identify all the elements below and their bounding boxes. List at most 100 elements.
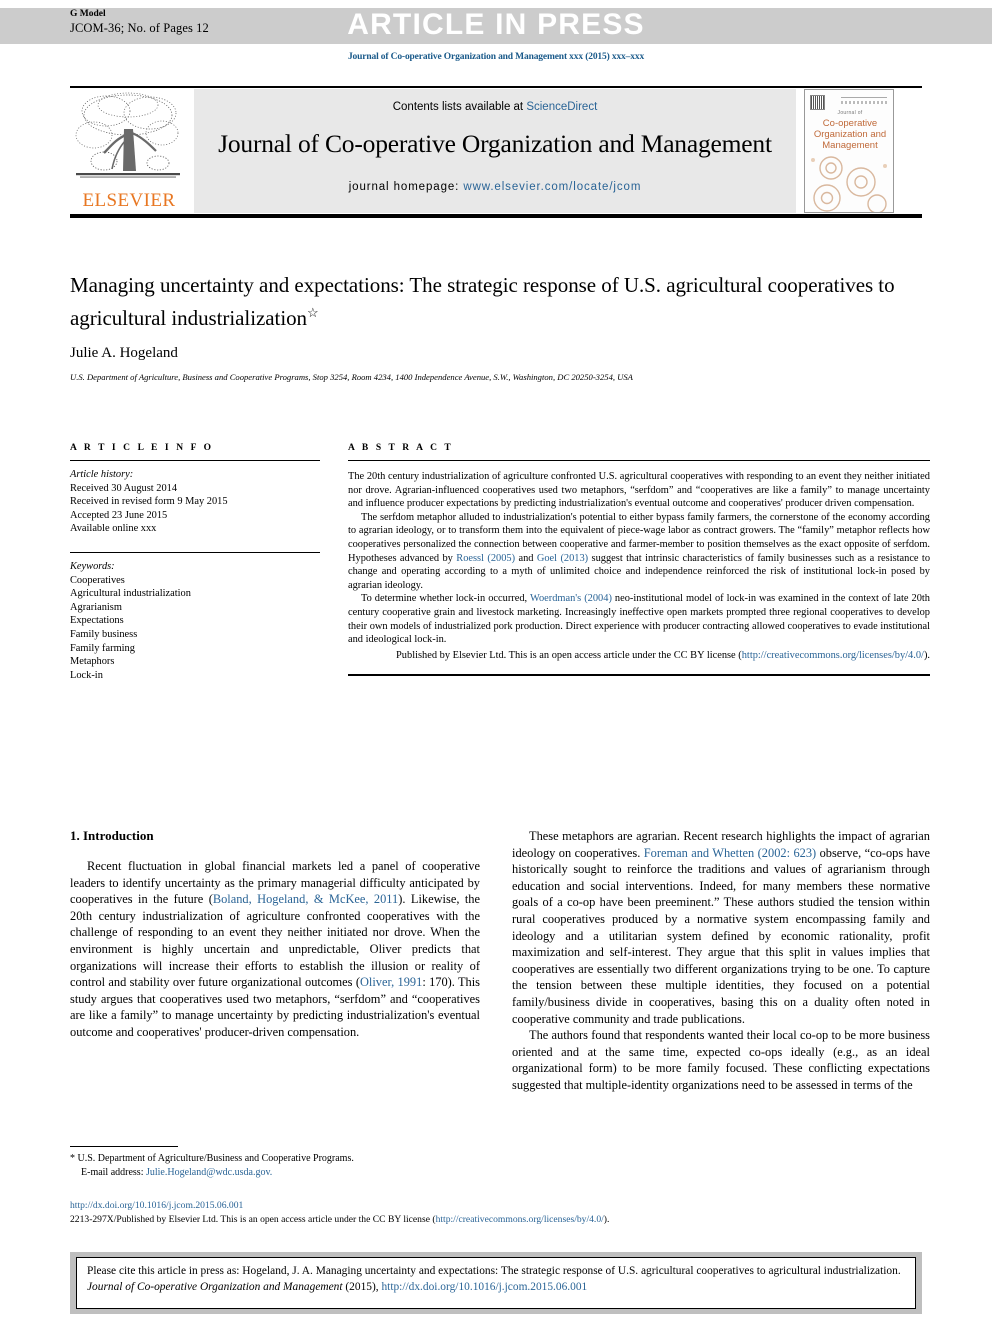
cover-top-rule-secondary [841,101,887,104]
masthead-bottom-rule [70,214,922,218]
article-history-label: Article history: [70,469,134,480]
author-affiliation: U.S. Department of Agriculture, Business… [70,372,633,382]
citation-link-goel[interactable]: Goel (2013) [537,553,588,564]
cover-barcode-icon [810,95,825,110]
keyword-item: Agricultural industrialization [70,588,191,600]
body-paragraph: Recent fluctuation in global financial m… [70,858,480,1041]
footnote-text: * U.S. Department of Agriculture/Busines… [70,1152,480,1180]
citation-box: Please cite this article in press as: Ho… [70,1252,922,1314]
citation-link-woerdman[interactable]: Woerdman's (2004) [530,593,612,604]
keyword-item: Lock-in [70,669,103,681]
history-item: Accepted 23 June 2015 [70,509,168,521]
article-title-text: Managing uncertainty and expectations: T… [70,273,895,330]
abstract-heading: A B S T R A C T [348,443,454,453]
homepage-prefix: journal homepage: [348,181,464,193]
keywords-group: Keywords: Cooperatives Agricultural indu… [70,560,320,682]
body-paragraph: The authors found that respondents wante… [512,1028,930,1092]
email-link[interactable]: Julie.Hogeland@wdc.usda.gov. [146,1167,272,1178]
issn-suffix: ). [603,1213,610,1225]
section-heading-introduction: 1. Introduction [70,828,154,843]
page-title: Managing uncertainty and expectations: T… [70,272,930,332]
issn-license-line: 2213-297X/Published by Elsevier Ltd. Thi… [70,1213,930,1227]
citation-link-oliver[interactable]: Oliver, 1991 [360,975,422,989]
keywords-divider [70,551,320,553]
abstract-text: To determine whether lock-in occurred, [361,593,530,605]
keyword-item: Family business [70,628,138,640]
email-label: E-mail address: [81,1167,146,1178]
article-history-group: Article history: Received 30 August 2014… [70,468,320,536]
cover-top-rule [841,97,887,98]
journal-cover-thumbnail: Journal of Co-operative Organization and… [804,89,894,213]
published-by-text: Published by Elsevier Ltd. This is an op… [396,649,742,661]
footnote-affiliation: U.S. Department of Agriculture/Business … [75,1153,354,1164]
citation-year: (2015), [342,1280,382,1293]
license-link[interactable]: http://creativecommons.org/licenses/by/4… [436,1214,604,1225]
abstract-bottom-rule [348,674,930,676]
cover-title: Co-operative Organization and Management [813,118,887,151]
g-model-block: G Model JCOM-36; No. of Pages 12 [70,9,209,37]
contents-list-line: Contents lists available at ScienceDirec… [194,101,796,113]
body-paragraph: These metaphors are agrarian. Recent res… [512,828,930,1027]
g-model-label: G Model [70,9,106,19]
article-info-heading: A R T I C L E I N F O [70,443,214,453]
keyword-item: Expectations [70,615,124,627]
citation-doi-link[interactable]: http://dx.doi.org/10.1016/j.jcom.2015.06… [381,1281,587,1293]
body-column-left: 1. Introduction Recent fluctuation in gl… [70,828,480,1041]
elsevier-tree-icon [75,92,180,178]
journal-citation-line: Journal of Co-operative Organization and… [347,52,645,62]
contents-prefix: Contents lists available at [392,101,527,113]
abstract-text: and [515,552,537,564]
article-page: ARTICLE IN PRESS G Model JCOM-36; No. of… [0,0,992,1323]
abstract-paragraph: To determine whether lock-in occurred, W… [348,592,930,646]
doi-link[interactable]: http://dx.doi.org/10.1016/j.jcom.2015.06… [70,1199,930,1213]
keyword-item: Family farming [70,642,135,654]
body-text: observe, “co-ops have historically sough… [512,845,930,1026]
article-info-divider [70,460,320,461]
citation-link-roessl[interactable]: Roessl (2005) [456,553,515,564]
article-info-column: A R T I C L E I N F O Article history: R… [70,443,320,682]
citation-journal-name: Journal of Co-operative Organization and… [87,1280,343,1293]
masthead: ELSEVIER Contents lists available at Sci… [70,86,922,218]
elsevier-logo: ELSEVIER [70,89,188,213]
keyword-item: Metaphors [70,656,115,668]
citation-box-inner: Please cite this article in press as: Ho… [76,1257,916,1309]
cc-license-link[interactable]: http:// [742,650,767,661]
footnote-email-line: E-mail address: Julie.Hogeland@wdc.usda.… [70,1166,480,1180]
issn-text: 2213-297X/Published by Elsevier Ltd. Thi… [70,1213,436,1225]
journal-homepage-link[interactable]: www.elsevier.com/locate/jcom [463,181,641,193]
cover-gears-icon [811,156,887,212]
author-name: Julie A. Hogeland [70,345,178,361]
journal-title: Journal of Co-operative Organization and… [218,129,772,158]
history-item: Received in revised form 9 May 2015 [70,496,228,508]
abstract-paragraph: The 20th century industrialization of ag… [348,471,930,510]
publisher-footer: http://dx.doi.org/10.1016/j.jcom.2015.06… [70,1199,930,1226]
footnote-block: * U.S. Department of Agriculture/Busines… [70,1146,480,1180]
citation-link-boland[interactable]: Boland, Hogeland, & McKee, 2011 [213,892,398,906]
abstract-paragraph: The serfdom metaphor alluded to industri… [348,511,930,593]
citation-link-foreman-whetten[interactable]: Foreman and Whetten (2002: 623) [644,846,816,860]
history-item: Received 30 August 2014 [70,482,178,494]
title-block: Managing uncertainty and expectations: T… [70,272,930,384]
keywords-label: Keywords: [70,560,115,572]
manuscript-id: JCOM-36; No. of Pages 12 [70,20,209,35]
sciencedirect-link[interactable]: ScienceDirect [526,101,597,113]
keyword-item: Cooperatives [70,574,125,586]
abstract-body: The 20th century industrialization of ag… [348,470,930,662]
masthead-center-panel: Contents lists available at ScienceDirec… [194,89,796,213]
footnote-line-1: * U.S. Department of Agriculture/Busines… [70,1152,480,1166]
abstract-column: A B S T R A C T The 20th century industr… [348,443,930,676]
license-suffix: ). [923,649,930,661]
cc-license-link-continued[interactable]: creativecommons.org/licenses/by/4.0/ [767,650,924,661]
masthead-top-rule [70,86,922,88]
citation-prefix: Please cite this article in press as: Ho… [87,1265,901,1277]
history-item: Available online xxx [70,523,157,535]
keyword-item: Agrarianism [70,601,122,613]
journal-homepage-line: journal homepage: www.elsevier.com/locat… [194,181,796,193]
abstract-divider [348,460,930,461]
title-footnote-marker: ☆ [307,305,319,320]
elsevier-wordmark: ELSEVIER [82,190,176,211]
abstract-license-line: Published by Elsevier Ltd. This is an op… [348,649,930,663]
cover-journal-of-label: Journal of [837,110,863,116]
footnote-rule [70,1146,178,1147]
body-column-right: These metaphors are agrarian. Recent res… [512,828,930,1094]
